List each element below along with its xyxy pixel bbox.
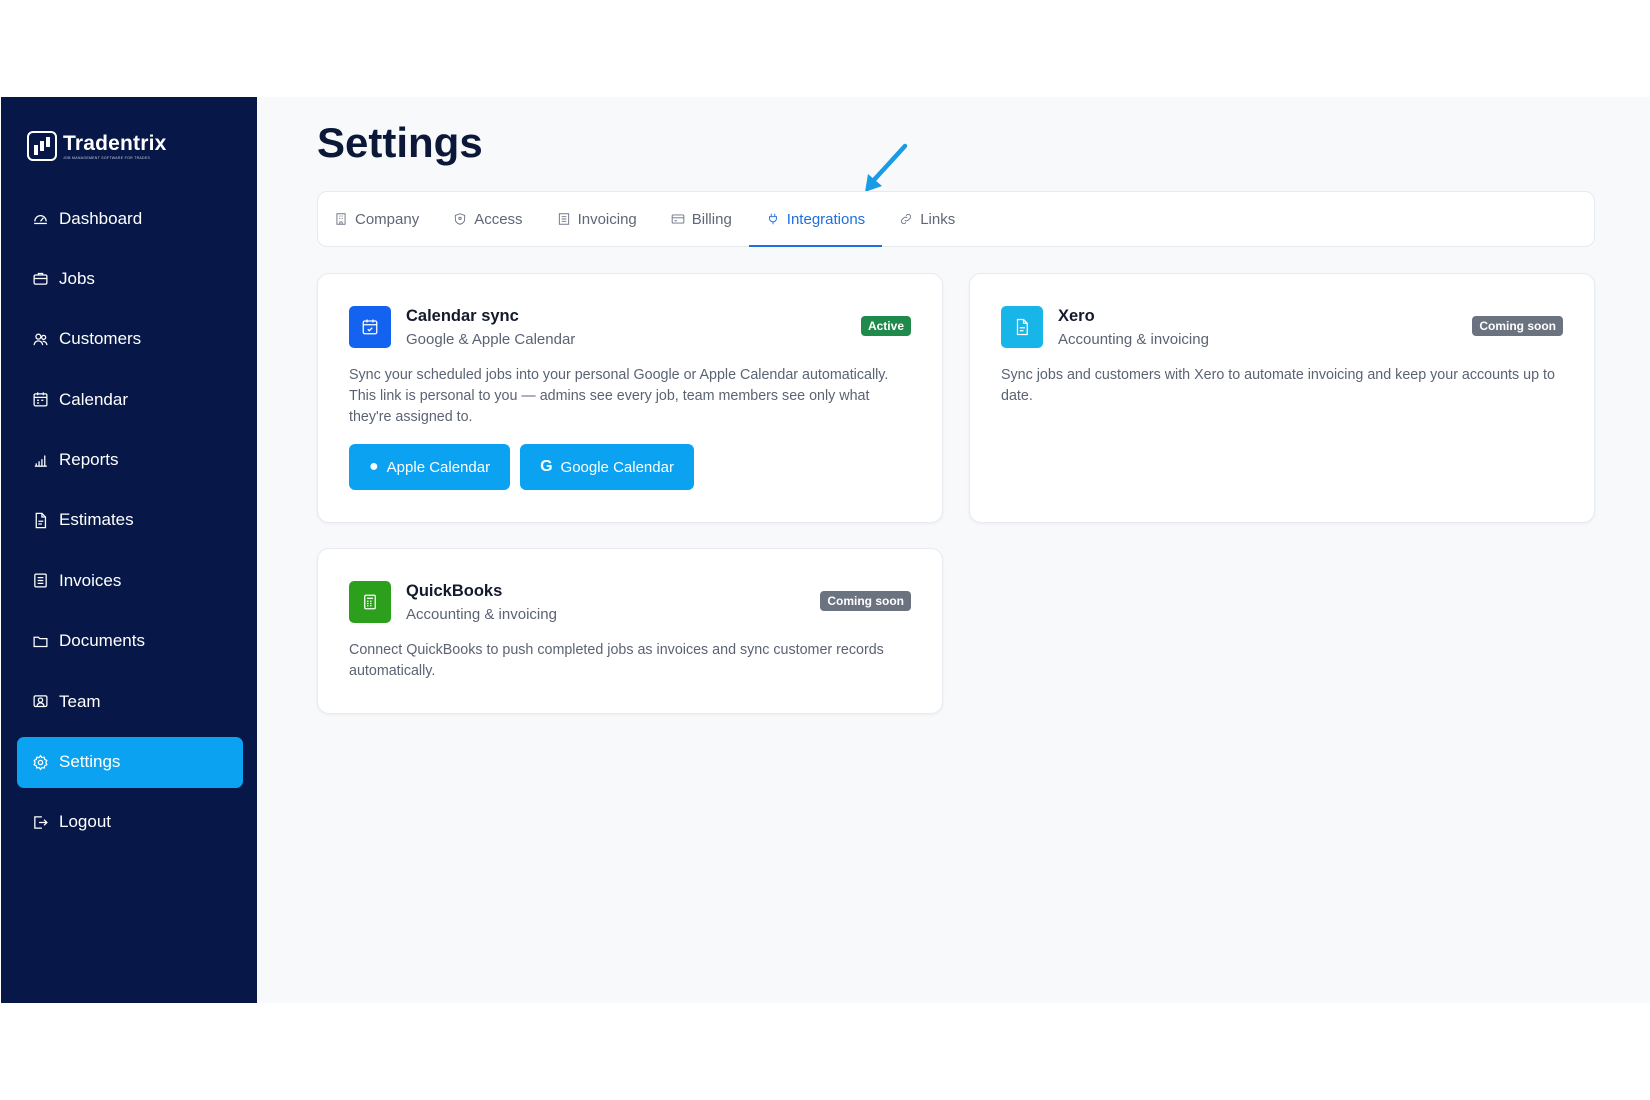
button-label: Google Calendar: [560, 458, 674, 476]
link-icon: [901, 214, 912, 224]
briefcase-icon: [31, 270, 49, 288]
app-window: Tradentrix Job management software for t…: [1, 97, 1650, 1003]
card-title: Xero: [1058, 307, 1095, 325]
sidebar-item-label: Team: [59, 691, 101, 711]
sidebar-item-calendar[interactable]: Calendar: [17, 374, 243, 425]
sidebar-item-label: Estimates: [59, 510, 134, 530]
logout-icon: [31, 813, 49, 831]
tab-label: Access: [474, 210, 523, 228]
sidebar-item-label: Reports: [59, 450, 119, 470]
apple-calendar-button[interactable]: ● Apple Calendar: [349, 444, 511, 490]
brand-name: Tradentrix: [63, 131, 167, 155]
sidebar-item-label: Dashboard: [59, 208, 143, 228]
sidebar-item-label: Invoices: [59, 570, 122, 590]
main-content: Settings Company Access Invoicing Billin…: [257, 97, 1650, 1003]
plug-icon: [768, 213, 777, 225]
sidebar-item-dashboard[interactable]: Dashboard: [17, 193, 243, 244]
sidebar-nav: Dashboard Jobs Customers Calendar Report…: [17, 193, 243, 857]
tab-billing[interactable]: Billing: [654, 192, 749, 246]
tab-integrations[interactable]: Integrations: [748, 192, 883, 247]
tab-invoicing[interactable]: Invoicing: [540, 192, 654, 246]
sidebar-item-customers[interactable]: Customers: [17, 314, 243, 365]
tab-label: Links: [920, 210, 956, 228]
bar-chart-icon: [31, 451, 49, 469]
sidebar-item-label: Settings: [59, 752, 121, 772]
calendar-sync-card: Calendar sync Google & Apple Calendar Ac…: [317, 273, 943, 523]
building-icon: [336, 213, 346, 225]
dashboard-icon: [31, 210, 49, 228]
google-calendar-button[interactable]: G Google Calendar: [520, 444, 694, 490]
calendar-check-icon: [349, 306, 391, 348]
gear-icon: [31, 753, 49, 771]
brand-tagline: Job management software for trades: [63, 155, 151, 160]
tab-company[interactable]: Company: [334, 192, 436, 246]
sidebar-item-label: Jobs: [59, 268, 95, 288]
tab-label: Billing: [691, 210, 732, 228]
tab-label: Invoicing: [577, 210, 637, 228]
button-label: Apple Calendar: [386, 458, 491, 476]
brand-logo[interactable]: Tradentrix Job management software for t…: [27, 131, 167, 161]
sidebar-item-label: Documents: [59, 631, 145, 651]
page-title: Settings: [317, 119, 483, 166]
sidebar-item-estimates[interactable]: Estimates: [17, 495, 243, 546]
quickbooks-card: QuickBooks Accounting & invoicing Coming…: [317, 548, 943, 714]
tab-label: Company: [355, 210, 420, 228]
users-icon: [31, 330, 49, 348]
card-subtitle: Google & Apple Calendar: [406, 331, 576, 348]
sidebar: Tradentrix Job management software for t…: [1, 97, 257, 1003]
credit-card-icon: [671, 214, 685, 224]
sidebar-item-label: Logout: [59, 812, 111, 832]
shield-icon: [455, 213, 466, 225]
sidebar-item-label: Calendar: [59, 389, 128, 409]
pointer-arrow-icon: [865, 143, 908, 192]
sidebar-item-label: Customers: [59, 329, 142, 349]
tab-access[interactable]: Access: [436, 192, 539, 246]
card-description: Sync your scheduled jobs into your perso…: [349, 367, 889, 425]
status-badge: Active: [860, 316, 911, 336]
xero-card: Xero Accounting & invoicing Coming soon …: [969, 273, 1595, 523]
sidebar-item-invoices[interactable]: Invoices: [17, 555, 243, 606]
tab-label: Integrations: [786, 210, 866, 228]
card-title: Calendar sync: [406, 307, 519, 325]
calculator-icon: [349, 581, 391, 623]
receipt-icon: [31, 572, 49, 590]
card-title: QuickBooks: [406, 582, 503, 600]
sidebar-item-documents[interactable]: Documents: [17, 616, 243, 667]
folder-icon: [31, 632, 49, 650]
card-description: Connect QuickBooks to push completed job…: [349, 642, 884, 679]
google-icon: G: [540, 458, 553, 475]
sidebar-item-settings[interactable]: Settings: [17, 736, 243, 788]
sidebar-item-reports[interactable]: Reports: [17, 435, 243, 486]
receipt-icon: [558, 213, 569, 225]
status-badge: Coming soon: [820, 591, 911, 611]
status-badge: Coming soon: [1472, 316, 1563, 336]
apple-icon: ●: [369, 458, 379, 475]
card-description: Sync jobs and customers with Xero to aut…: [1001, 367, 1555, 404]
card-subtitle: Accounting & invoicing: [406, 606, 557, 623]
logo-icon: [27, 131, 57, 161]
sidebar-item-team[interactable]: Team: [17, 676, 243, 727]
sidebar-item-jobs[interactable]: Jobs: [17, 253, 243, 304]
team-icon: [31, 693, 49, 711]
settings-tabs: Company Access Invoicing Billing Integra…: [317, 191, 1595, 247]
tab-links[interactable]: Links: [882, 192, 972, 246]
document-icon: [31, 511, 49, 529]
sidebar-item-logout[interactable]: Logout: [17, 797, 243, 848]
file-icon: [1001, 306, 1043, 348]
calendar-icon: [31, 391, 49, 409]
card-subtitle: Accounting & invoicing: [1058, 331, 1209, 348]
